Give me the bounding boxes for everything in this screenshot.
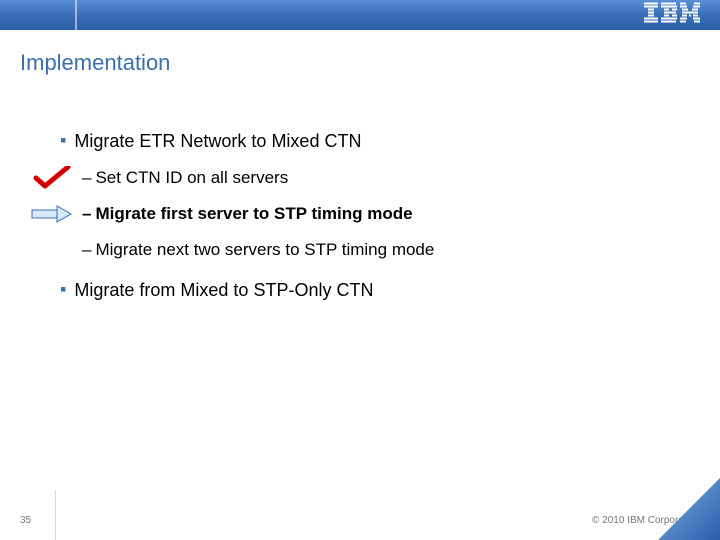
sub-item-3: –Migrate next two servers to STP timing … (30, 237, 680, 263)
header-divider (75, 0, 77, 30)
sub-item-1-text: –Set CTN ID on all servers (82, 168, 288, 188)
bullet-main-1: ▪ Migrate ETR Network to Mixed CTN (60, 130, 680, 153)
bullet-main-2: ▪ Migrate from Mixed to STP-Only CTN (60, 279, 680, 302)
checkmark-icon (30, 165, 74, 191)
sub-item-1: –Set CTN ID on all servers (30, 165, 680, 191)
content-area: ▪ Migrate ETR Network to Mixed CTN –Set … (60, 130, 680, 315)
sub-item-3-text: –Migrate next two servers to STP timing … (82, 240, 434, 260)
empty-icon-slot (30, 237, 74, 263)
header-bar (0, 0, 720, 30)
bullet-main-2-text: Migrate from Mixed to STP-Only CTN (74, 279, 373, 302)
sub-item-2-text: –Migrate first server to STP timing mode (82, 204, 413, 224)
corner-decoration (658, 478, 720, 540)
ibm-logo (644, 3, 700, 28)
slide-title: Implementation (20, 50, 170, 76)
bullet-square-icon: ▪ (60, 279, 66, 301)
arrow-right-icon (30, 201, 74, 227)
sub-item-2: –Migrate first server to STP timing mode (30, 201, 680, 227)
footer-divider (55, 490, 56, 540)
bullet-main-1-text: Migrate ETR Network to Mixed CTN (74, 130, 361, 153)
page-number: 35 (20, 515, 31, 526)
bullet-square-icon: ▪ (60, 130, 66, 152)
